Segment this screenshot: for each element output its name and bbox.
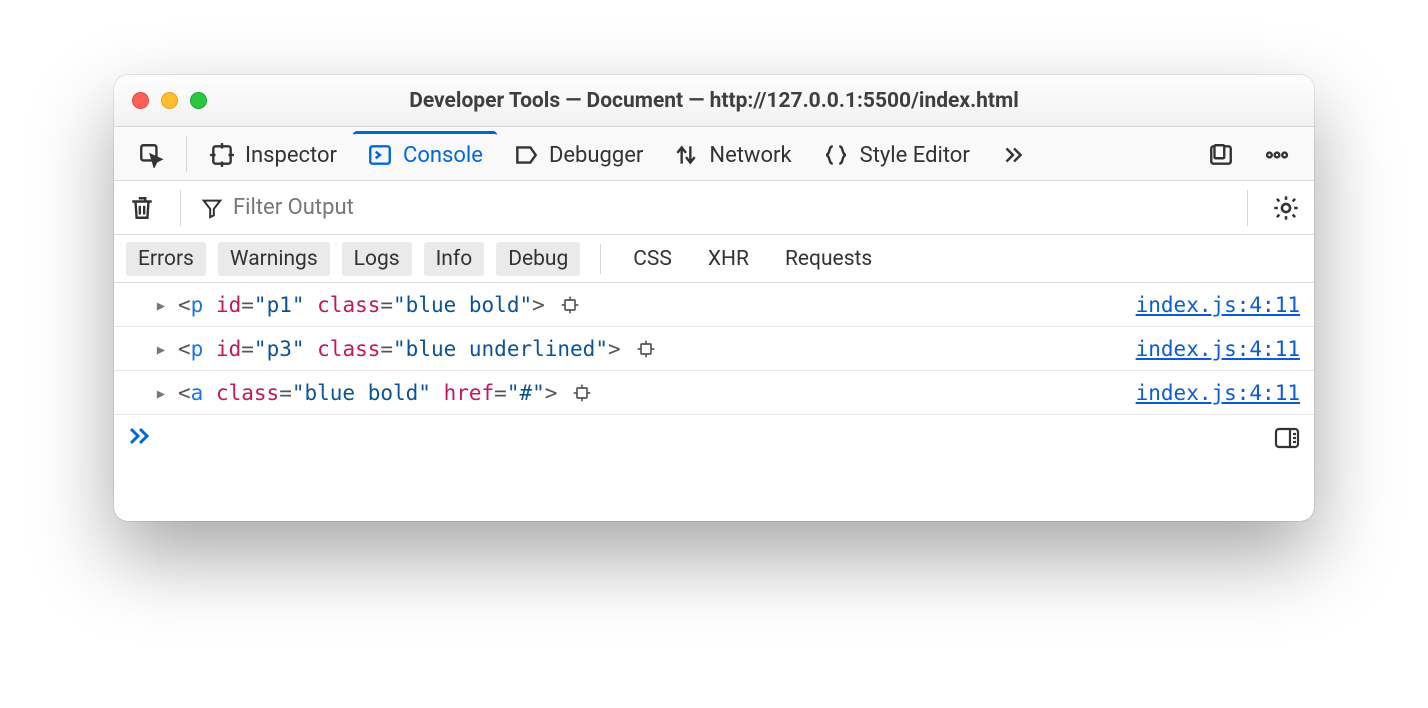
dots-icon <box>1264 142 1290 168</box>
tab-network[interactable]: Network <box>659 131 805 176</box>
filter-debug[interactable]: Debug <box>496 242 580 276</box>
pick-element-button[interactable] <box>124 131 178 176</box>
filter-warnings[interactable]: Warnings <box>218 242 330 276</box>
more-tabs-button[interactable] <box>986 131 1040 176</box>
separator <box>186 136 187 172</box>
source-location-link[interactable]: index.js:4:11 <box>1136 381 1300 405</box>
filter-info[interactable]: Info <box>424 242 485 276</box>
trash-icon <box>129 194 155 222</box>
separator <box>1247 190 1248 226</box>
inspect-node-icon[interactable] <box>635 338 657 360</box>
tab-inspector[interactable]: Inspector <box>195 131 351 176</box>
tab-label: Debugger <box>549 143 643 168</box>
console-category-bar: Errors Warnings Logs Info Debug CSS XHR … <box>114 235 1314 283</box>
filter-css[interactable]: CSS <box>621 242 684 276</box>
console-icon <box>367 142 393 168</box>
console-output: ▸ <p id="p1" class="blue bold"> index.js:4… <box>114 283 1314 415</box>
inspect-node-icon[interactable] <box>559 294 581 316</box>
gear-icon <box>1272 194 1300 222</box>
tab-label: Console <box>403 143 483 168</box>
filter-input[interactable]: Filter Output <box>201 195 1227 220</box>
separator <box>600 244 601 274</box>
kebab-menu-button[interactable] <box>1250 131 1304 176</box>
filter-errors[interactable]: Errors <box>126 242 206 276</box>
tab-label: Inspector <box>245 143 337 168</box>
funnel-icon <box>201 197 223 219</box>
console-row: ▸ <p id="p1" class="blue bold"> index.js:4… <box>114 283 1314 327</box>
console-row: ▸ <p id="p3" class="blue underlined"> inde… <box>114 327 1314 371</box>
source-location-link[interactable]: index.js:4:11 <box>1136 337 1300 361</box>
dock-mode-button[interactable] <box>1194 131 1248 176</box>
dock-icon <box>1208 142 1234 168</box>
tab-label: Style Editor <box>860 143 970 168</box>
pick-element-icon <box>138 142 164 168</box>
separator <box>180 190 181 226</box>
filter-xhr[interactable]: XHR <box>696 242 761 276</box>
filter-logs[interactable]: Logs <box>342 242 412 276</box>
chevrons-right-icon <box>1000 142 1026 168</box>
logged-node[interactable]: <p id="p3" class="blue underlined"> <box>178 337 621 361</box>
sidebar-icon <box>1274 427 1300 449</box>
window-title: Developer Tools — Document — http://127.… <box>114 89 1314 113</box>
expand-triangle[interactable]: ▸ <box>154 337 168 361</box>
inspect-node-icon[interactable] <box>571 382 593 404</box>
tab-style-editor[interactable]: Style Editor <box>808 131 984 176</box>
expand-triangle[interactable]: ▸ <box>154 293 168 317</box>
tab-debugger[interactable]: Debugger <box>499 131 657 176</box>
style-editor-icon <box>822 142 850 168</box>
console-settings-button[interactable] <box>1268 190 1304 226</box>
inspector-icon <box>209 142 235 168</box>
expand-triangle[interactable]: ▸ <box>154 381 168 405</box>
console-row: ▸ <a class="blue bold" href="#"> index.js:… <box>114 371 1314 415</box>
tab-label: Network <box>709 143 791 168</box>
filter-placeholder: Filter Output <box>233 195 354 220</box>
close-button[interactable] <box>132 92 149 109</box>
minimize-button[interactable] <box>161 92 178 109</box>
debugger-icon <box>513 142 539 168</box>
filter-requests[interactable]: Requests <box>773 242 884 276</box>
window-controls <box>132 92 207 109</box>
titlebar: Developer Tools — Document — http://127.… <box>114 75 1314 127</box>
network-icon <box>673 142 699 168</box>
prompt-icon <box>128 424 152 452</box>
console-input-row[interactable] <box>114 415 1314 461</box>
source-location-link[interactable]: index.js:4:11 <box>1136 293 1300 317</box>
toggle-sidebar-button[interactable] <box>1274 427 1300 449</box>
logged-node[interactable]: <p id="p1" class="blue bold"> <box>178 293 545 317</box>
console-filter-bar: Filter Output <box>114 181 1314 235</box>
logged-node[interactable]: <a class="blue bold" href="#"> <box>178 381 557 405</box>
devtools-window: Developer Tools — Document — http://127.… <box>114 75 1314 521</box>
tab-console[interactable]: Console <box>353 131 497 176</box>
devtools-tabbar: Inspector Console Debugger Network <box>114 127 1314 181</box>
clear-console-button[interactable] <box>124 190 160 226</box>
zoom-button[interactable] <box>190 92 207 109</box>
